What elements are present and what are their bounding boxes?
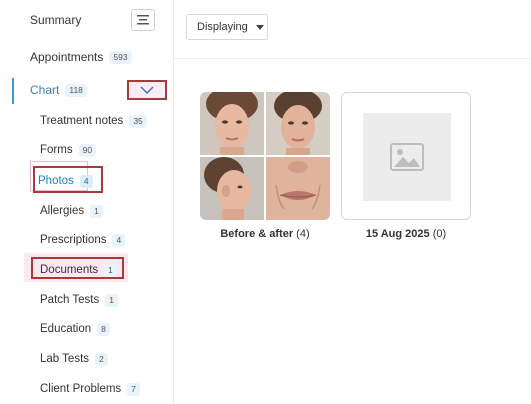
count-badge: 4 — [112, 233, 126, 247]
sidebar-item-patch-tests[interactable]: Patch Tests 1 — [40, 288, 118, 312]
count-badge: 2 — [95, 352, 108, 366]
face-closeup-image — [266, 157, 330, 220]
album-name: 15 Aug 2025 — [365, 228, 430, 240]
album-name: Before & after — [220, 228, 294, 240]
menu-toggle-button[interactable] — [131, 9, 155, 31]
photo-thumbnail[interactable] — [200, 157, 264, 220]
sidebar-item-label: Forms — [40, 144, 73, 156]
sidebar-item-label: Documents — [40, 264, 99, 276]
sidebar-item-forms[interactable]: Forms 90 — [40, 138, 97, 162]
sidebar-item-label: Appointments — [30, 50, 104, 64]
sidebar-item-label: Chart — [30, 83, 60, 97]
image-placeholder — [363, 113, 451, 201]
sidebar-item-label: Prescriptions — [40, 234, 107, 246]
sidebar-item-label: Client Problems — [40, 383, 122, 395]
sidebar-item-label: Allergies — [40, 205, 85, 217]
dropdown-label: Displaying — [197, 21, 248, 33]
album-label-before-after: Before & after (4) — [195, 228, 335, 240]
sidebar-item-photos[interactable]: Photos 4 — [38, 169, 93, 193]
count-badge: 4 — [79, 174, 93, 188]
sidebar-item-label: Photos — [38, 175, 74, 187]
count-badge: 90 — [78, 143, 97, 157]
count-badge: 593 — [109, 50, 132, 64]
count-badge: 1 — [105, 293, 118, 307]
sidebar-item-lab-tests[interactable]: Lab Tests 2 — [40, 347, 108, 371]
active-indicator — [12, 78, 14, 104]
chevron-down-icon — [140, 86, 154, 94]
sidebar-item-label: Education — [40, 323, 92, 335]
face-front-image — [266, 92, 330, 155]
count-badge: 7 — [127, 382, 140, 396]
chart-expand-button[interactable] — [127, 80, 167, 100]
album-count: (0) — [432, 228, 447, 240]
album-label-15-aug-2025: 15 Aug 2025 (0) — [336, 228, 476, 240]
sidebar: Summary Appointments 593 Chart 118 Treat… — [0, 0, 174, 404]
photo-thumbnail[interactable] — [266, 92, 330, 155]
album-card-before-after[interactable] — [200, 92, 330, 220]
menu-icon — [137, 15, 149, 25]
count-badge: 8 — [97, 322, 110, 336]
sidebar-item-appointments[interactable]: Appointments 593 — [30, 45, 132, 69]
sidebar-item-label: Patch Tests — [40, 294, 100, 306]
sidebar-item-treatment-notes[interactable]: Treatment notes 35 — [40, 109, 147, 133]
album-card-15-aug-2025[interactable] — [341, 92, 471, 220]
sidebar-item-label: Treatment notes — [40, 115, 124, 127]
count-badge: 118 — [65, 83, 87, 97]
image-icon — [390, 143, 424, 171]
sidebar-item-documents[interactable]: Documents 1 — [40, 258, 117, 282]
sidebar-item-prescriptions[interactable]: Prescriptions 4 — [40, 228, 126, 252]
photo-thumbnail[interactable] — [266, 157, 330, 220]
sidebar-item-summary[interactable]: Summary — [30, 8, 81, 32]
count-badge: 35 — [129, 114, 147, 128]
face-profile-image — [200, 157, 264, 220]
sidebar-item-chart[interactable]: Chart 118 — [30, 78, 87, 102]
sidebar-item-allergies[interactable]: Allergies 1 — [40, 199, 103, 223]
face-front-image — [200, 92, 264, 155]
sidebar-item-client-problems[interactable]: Client Problems 7 — [40, 377, 140, 401]
count-badge: 1 — [90, 204, 103, 218]
sidebar-item-label: Summary — [30, 13, 82, 27]
caret-down-icon — [255, 24, 264, 30]
sidebar-item-label: Lab Tests — [40, 353, 90, 365]
photo-thumbnail[interactable] — [200, 92, 264, 155]
count-badge: 1 — [104, 263, 117, 277]
sidebar-item-education[interactable]: Education 8 — [40, 317, 110, 341]
album-count: (4) — [296, 228, 310, 240]
displaying-dropdown[interactable]: Displaying — [186, 14, 268, 40]
